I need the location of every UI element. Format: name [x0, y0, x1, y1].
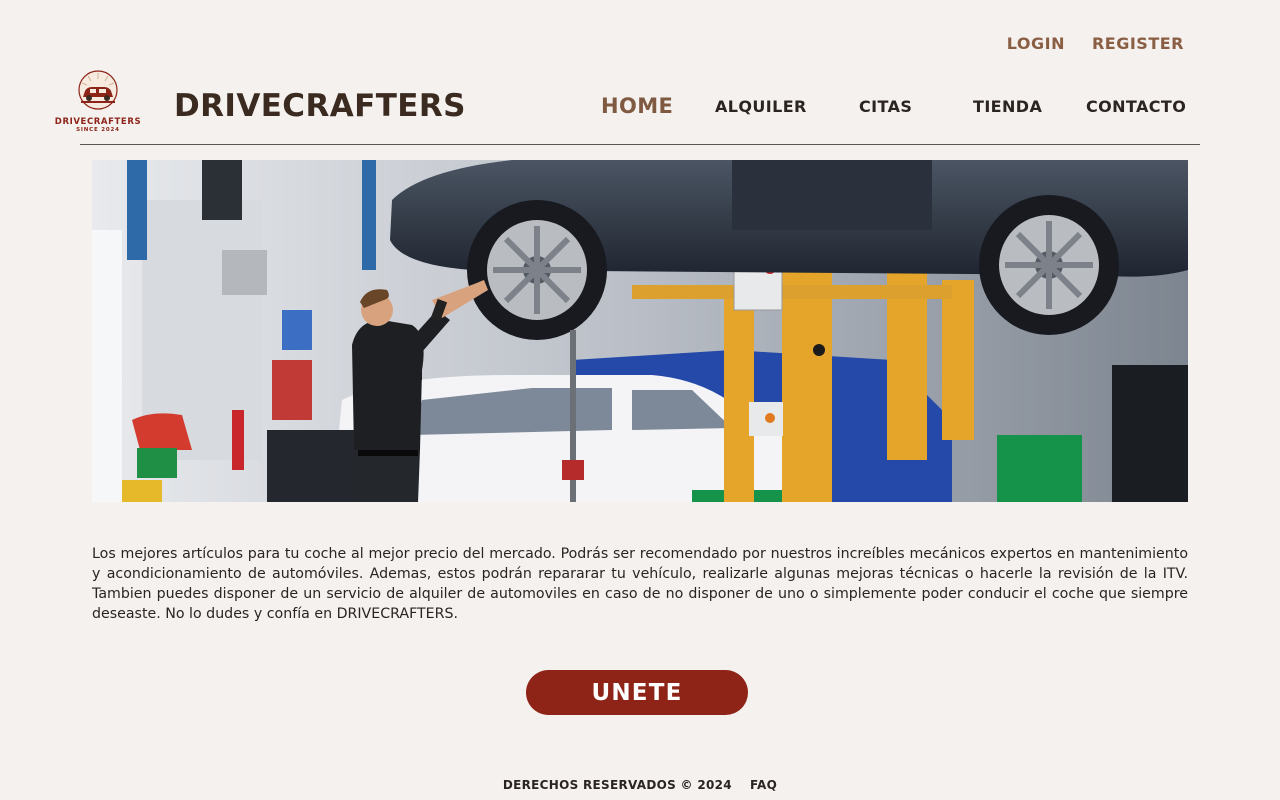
nav-alquiler[interactable]: ALQUILER	[715, 93, 807, 121]
logo-since: SINCE 2024	[76, 127, 120, 133]
hero-image	[92, 160, 1188, 502]
faq-link[interactable]: FAQ	[750, 778, 777, 792]
nav-tienda[interactable]: TIENDA	[973, 93, 1042, 121]
intro-text: Los mejores artículos para tu coche al m…	[92, 546, 1188, 622]
header-divider	[80, 144, 1200, 145]
auth-links: LOGIN REGISTER	[1007, 34, 1184, 53]
mechanic-garage-illustration	[92, 160, 1188, 502]
main-nav: HOME ALQUILER CITAS TIENDA CONTACTO	[0, 93, 1280, 123]
nav-citas[interactable]: CITAS	[859, 93, 912, 121]
footer: DERECHOS RESERVADOS © 2024 FAQ	[0, 778, 1280, 792]
login-link[interactable]: LOGIN	[1007, 34, 1065, 53]
join-button[interactable]: UNETE	[526, 670, 748, 715]
copyright-text: DERECHOS RESERVADOS © 2024	[502, 778, 732, 792]
register-link[interactable]: REGISTER	[1092, 34, 1184, 53]
nav-home[interactable]: HOME	[601, 92, 673, 120]
nav-contacto[interactable]: CONTACTO	[1086, 93, 1186, 121]
